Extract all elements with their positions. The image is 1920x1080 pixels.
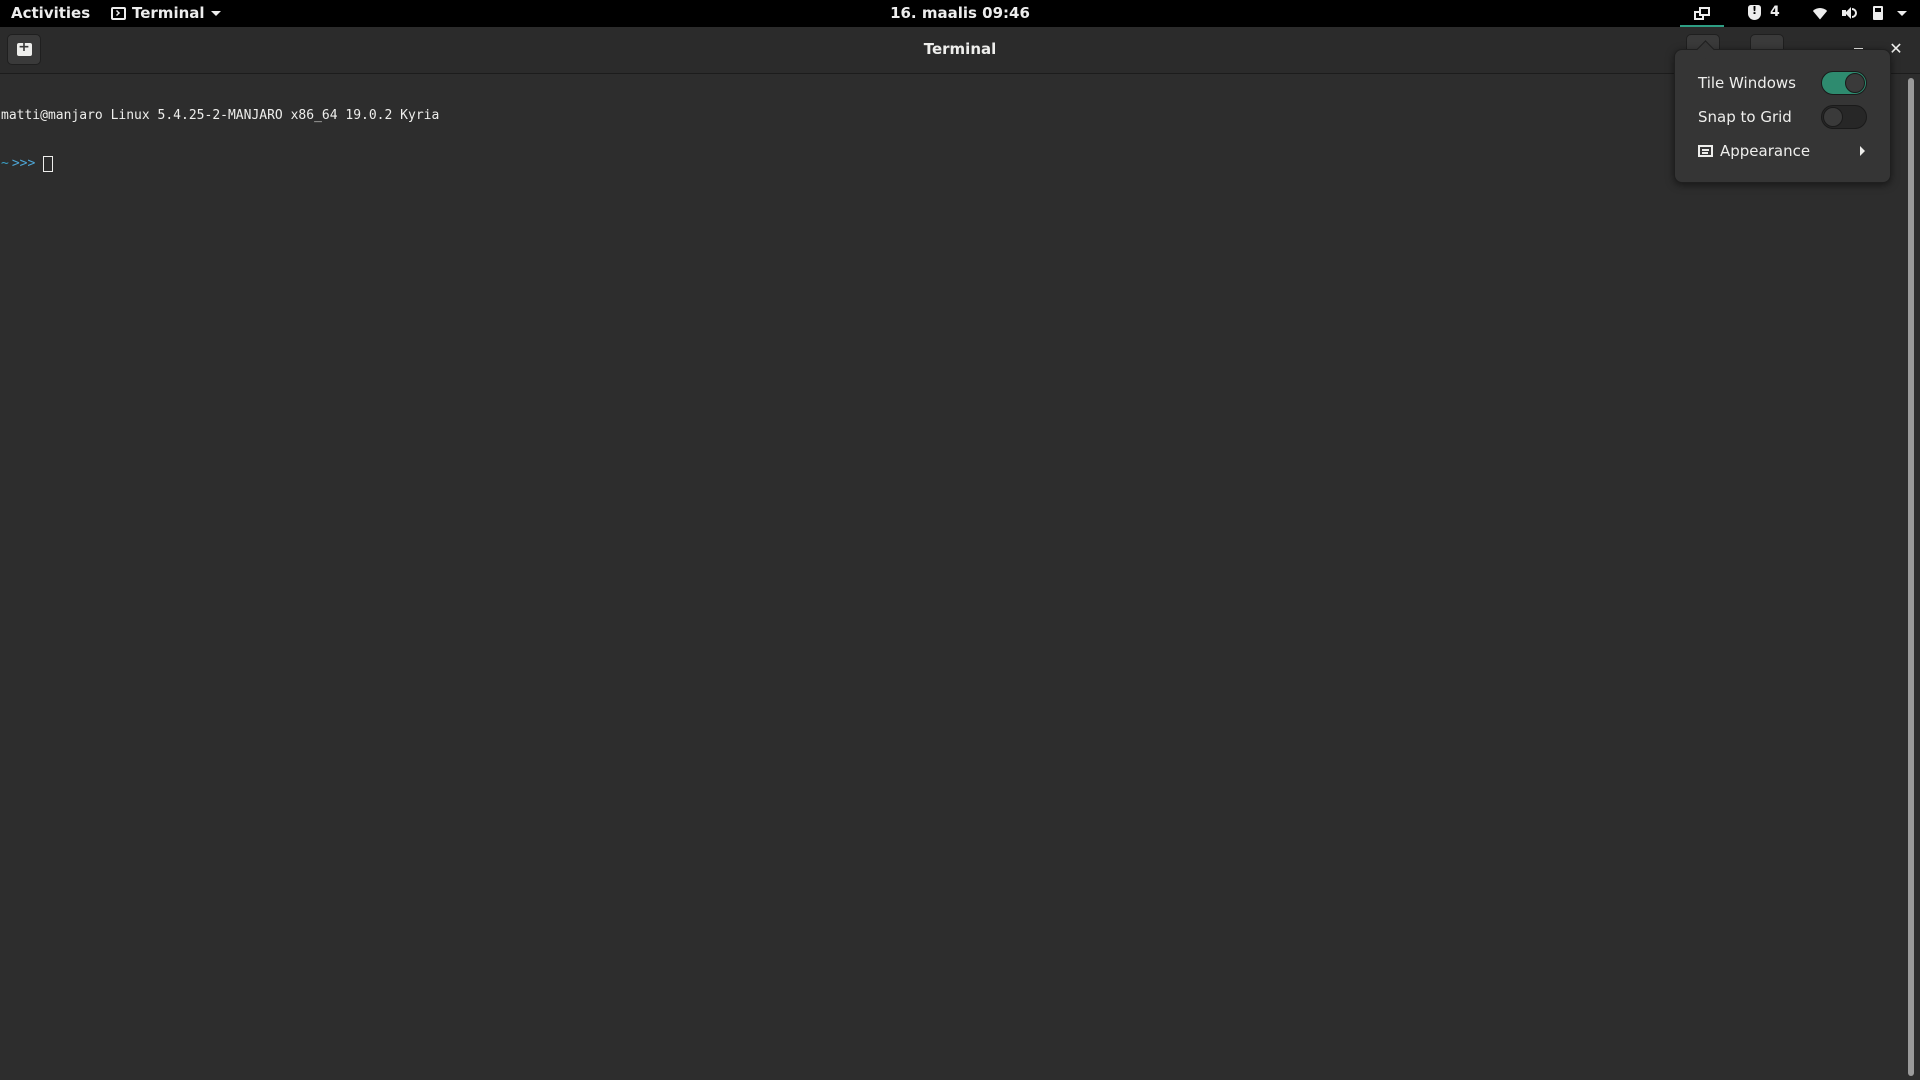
clock-container: 16. maalis 09:46	[0, 4, 1920, 22]
prompt-directory: ~	[1, 156, 9, 171]
window-title-container: Terminal	[0, 40, 1920, 58]
shield-icon	[1748, 4, 1761, 20]
top-bar: Activities Terminal 16. maalis 09:46 4	[0, 0, 1920, 27]
terminal-scrollbar[interactable]	[1908, 78, 1914, 1076]
notification-count: 4	[1770, 4, 1780, 20]
window-title: Terminal	[923, 40, 997, 58]
system-menu-button[interactable]	[1812, 6, 1907, 20]
text-cursor	[43, 156, 54, 172]
snap-to-grid-label: Snap to Grid	[1698, 108, 1792, 126]
terminal-output-line: matti@manjaro Linux 5.4.25-2-MANJARO x86…	[1, 108, 440, 123]
snap-to-grid-item[interactable]: Snap to Grid	[1698, 102, 1867, 132]
wifi-icon	[1812, 7, 1828, 20]
terminal-view[interactable]: matti@manjaro Linux 5.4.25-2-MANJARO x86…	[0, 74, 1910, 1080]
snap-to-grid-toggle[interactable]	[1821, 105, 1867, 129]
battery-icon	[1873, 6, 1883, 20]
appearance-icon	[1698, 145, 1713, 157]
appearance-label: Appearance	[1720, 142, 1811, 160]
tiling-menu-button[interactable]	[1676, 0, 1728, 27]
tiling-popover-menu: Tile Windows Snap to Grid Appearance	[1674, 49, 1891, 183]
prompt-arrows: >>>	[11, 156, 36, 171]
speaker-icon	[1842, 6, 1857, 20]
clock-button[interactable]: 16. maalis 09:46	[890, 4, 1030, 22]
tile-windows-toggle[interactable]	[1821, 71, 1867, 95]
new-tab-button[interactable]	[7, 34, 41, 65]
appearance-submenu-item[interactable]: Appearance	[1698, 136, 1867, 166]
activities-button[interactable]: Activities	[11, 4, 90, 22]
prompt-line: ~ >>>	[1, 156, 1910, 172]
chevron-down-icon	[210, 10, 221, 16]
new-tab-icon	[16, 39, 32, 56]
tile-windows-label: Tile Windows	[1698, 74, 1796, 92]
window-header-bar: Terminal ✕	[0, 27, 1920, 74]
chevron-right-icon	[1860, 146, 1865, 156]
close-icon: ✕	[1889, 39, 1903, 58]
tile-windows-icon	[1694, 6, 1710, 21]
terminal-icon	[111, 6, 126, 20]
app-menu-button[interactable]: Terminal	[111, 4, 221, 22]
app-menu-label: Terminal	[132, 4, 205, 22]
chevron-down-icon	[1897, 10, 1907, 16]
tile-windows-item[interactable]: Tile Windows	[1698, 68, 1867, 98]
notifications-button[interactable]: 4	[1748, 4, 1780, 20]
